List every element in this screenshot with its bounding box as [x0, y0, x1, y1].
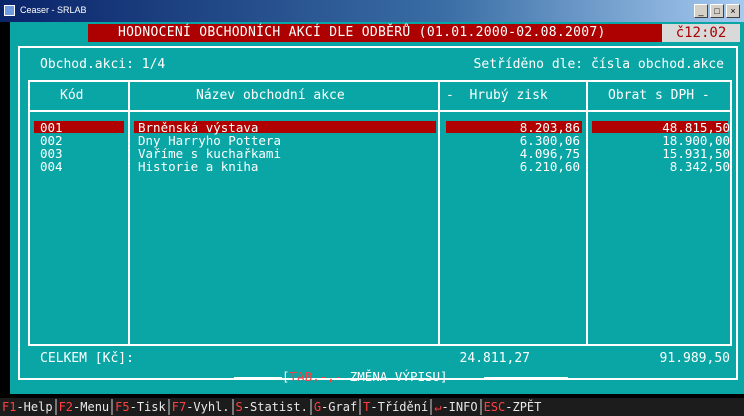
fkey-key: S [235, 400, 243, 414]
switch-view-hint: [TAB,-,- ZMĚNA VÝPISU] [282, 370, 448, 384]
fkey-label: -Statist. [242, 400, 308, 414]
totals-turnover: 91.989,50 [659, 351, 730, 366]
minimize-button[interactable]: _ [694, 4, 708, 18]
hint-rule-left [234, 377, 282, 379]
column-header-code[interactable]: Kód [60, 88, 83, 104]
fkey-key: ESC [483, 400, 506, 414]
fkey-label: -Tisk [129, 400, 166, 414]
column-divider [586, 80, 588, 346]
maximize-button[interactable]: □ [710, 4, 724, 18]
fkey-back[interactable]: ESC-ZPĚT [482, 399, 544, 415]
table-row-turnover[interactable]: 8.342,50 [670, 160, 730, 173]
hint-rule-right [484, 377, 568, 379]
close-button[interactable]: × [726, 4, 740, 18]
window-buttons: _ □ × [694, 4, 740, 18]
sort-info: Setříděno dle: čísla obchod.akce [473, 57, 724, 72]
window-titlebar [0, 0, 744, 22]
fkey-label: -Graf [321, 400, 358, 414]
fkey-key: F1 [2, 400, 17, 414]
fkey-key: G [313, 400, 322, 414]
fkey-label: -Menu [73, 400, 110, 414]
fkey-statistics[interactable]: S-Statist. [234, 399, 312, 415]
table-row-gross[interactable]: 6.210,60 [520, 160, 580, 173]
hint-keys: TAB,-,- [289, 369, 343, 384]
fkey-label: -INFO [441, 400, 478, 414]
function-key-bar: F1-Help F2-Menu F5-Tisk F7-Vyhl. S-Stati… [0, 398, 744, 416]
fkey-key: F5 [115, 400, 130, 414]
column-header-gross[interactable]: - Hrubý zisk [446, 88, 548, 104]
window-title: Ceaser - SRLAB [20, 5, 87, 15]
clock: č12:02 [662, 24, 740, 42]
fkey-menu[interactable]: F2-Menu [57, 399, 114, 415]
fkey-search[interactable]: F7-Vyhl. [170, 399, 234, 415]
fkey-help[interactable]: F1-Help [0, 399, 57, 415]
fkey-sort[interactable]: T-Třídění [361, 399, 433, 415]
fkey-key: F2 [58, 400, 74, 414]
action-counter: Obchod.akci: 1/4 [40, 57, 166, 72]
fkey-label: -ZPĚT [505, 400, 542, 414]
fkey-label: -Help [16, 400, 53, 414]
hint-open: [ [282, 369, 290, 384]
fkey-label: -Třídění [370, 400, 429, 414]
header-divider [28, 110, 732, 112]
table-row-code[interactable]: 004 [40, 160, 63, 173]
column-divider [438, 80, 440, 346]
fkey-graph[interactable]: G-Graf [312, 399, 362, 415]
report-title: HODNOCENÍ OBCHODNÍCH AKCÍ DLE ODBĚRŮ (01… [118, 25, 606, 40]
fkey-print[interactable]: F5-Tisk [113, 399, 170, 415]
fkey-label: -Vyhl. [186, 400, 230, 414]
totals-label: CELKEM [Kč]: [40, 351, 134, 366]
fkey-info[interactable]: ↵-INFO [432, 399, 482, 415]
column-divider [128, 80, 130, 346]
app-icon [4, 5, 15, 16]
column-header-turnover[interactable]: Obrat s DPH - [608, 88, 710, 104]
column-header-name[interactable]: Název obchodní akce [196, 88, 345, 104]
totals-gross: 24.811,27 [459, 351, 530, 366]
table-row-name[interactable]: Historie a kniha [138, 160, 258, 173]
actions-table [28, 80, 732, 346]
hint-text: ZMĚNA VÝPISU] [342, 369, 448, 384]
fkey-key: F7 [171, 400, 187, 414]
